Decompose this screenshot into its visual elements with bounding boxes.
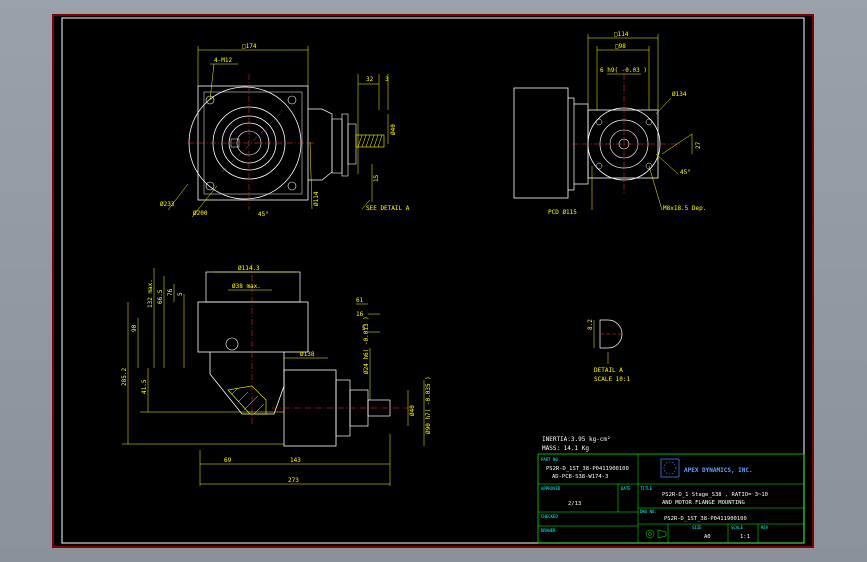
- dim-132-max: 132 max.: [147, 279, 154, 308]
- see-detail-a: SEE DETAIL A: [366, 205, 410, 212]
- projection-symbol: [645, 529, 667, 539]
- section-dimension-lines: [122, 268, 425, 486]
- drawing-canvas: □174 4-M12 Ø233 Ø200 45° Ø114 32 3 Ø40 1…: [52, 14, 814, 548]
- dim-d233: Ø233: [160, 201, 175, 208]
- section-view: Ø114.3 Ø38 max. 132 max. 66.5 76 5 90 28…: [121, 264, 432, 486]
- title-line-1: PS2R-D_1 Stage_S38 , RATIO= 3~10: [662, 492, 768, 498]
- size-value: A0: [704, 534, 711, 540]
- size-label: SIZE: [692, 525, 702, 530]
- title-block: PART NO. PS2R-D_1ST_38-P0411900100 AD-PC…: [537, 453, 805, 544]
- dim-square-98: □98: [615, 43, 626, 50]
- drawing-sheet: □174 4-M12 Ø233 Ø200 45° Ø114 32 3 Ø40 1…: [52, 14, 814, 548]
- dwg-no: PS2R-D_1ST_38-P0411900100: [664, 516, 747, 522]
- dim-d40: Ø40: [409, 405, 416, 416]
- drawing-border: [61, 17, 805, 544]
- dim-d114-3: Ø114.3: [238, 265, 260, 272]
- dim-285-2: 285.2: [121, 368, 128, 386]
- front-shaft-hatch: [355, 134, 385, 148]
- scale-value: 1:1: [740, 534, 750, 540]
- part-no: PS2R-D_1ST_38-P0411900100: [546, 466, 629, 472]
- dim-90: 90: [131, 324, 138, 332]
- front-view: □174 4-M12 Ø233 Ø200 45° Ø114 32 3 Ø40 1…: [160, 43, 410, 218]
- dim-d90-h7: Ø90 h7( -0.035 ): [425, 376, 432, 434]
- mass-note: MASS: 14.1 Kg: [542, 445, 589, 452]
- dwg-no-label: DWG NO.: [640, 509, 657, 514]
- front-dimension-lines: [167, 46, 389, 218]
- dim-d38-max: Ø38 max.: [232, 283, 261, 290]
- pcd-d115: PCD Ø115: [548, 209, 577, 216]
- holes-m8: M8x18.5 Dep.: [663, 205, 706, 212]
- dim-d138: Ø138: [300, 351, 315, 358]
- dim-69: 69: [224, 457, 232, 464]
- dim-66-5: 66.5: [157, 289, 164, 304]
- dim-square-174: □174: [242, 43, 257, 50]
- scale-label: SCALE: [731, 525, 744, 530]
- dim-143: 143: [290, 457, 301, 464]
- drawn-label: DRAWER: [541, 528, 556, 533]
- dim-3: 3: [385, 76, 389, 83]
- approved-label: APPROVED: [541, 486, 561, 491]
- dim-15: 15: [373, 174, 380, 182]
- detail-a-label: DETAIL A: [594, 367, 623, 374]
- dim-key-6h9: 6 h9( -0.03 ): [600, 67, 647, 74]
- section-gear-housing: [209, 352, 285, 415]
- dim-shaft-w: Ø40: [390, 124, 397, 135]
- dim-d24-h6: Ø24 h6( -0.013 ): [363, 316, 370, 374]
- dim-273: 273: [288, 477, 299, 484]
- company-logo: [660, 458, 680, 478]
- part-no-2: AD-PCB-S38-W174-3: [552, 474, 608, 480]
- dim-8-2: 8.2: [587, 319, 594, 330]
- dim-41-5: 41.5: [141, 379, 148, 394]
- title-line-2: AND MOTOR FLANGE MOUNTING: [662, 500, 745, 506]
- dim-side-45deg: 45°: [680, 169, 691, 176]
- dim-32: 32: [366, 76, 374, 83]
- side-view: □114 □98 6 h9( -0.03 ) Ø134 27 45° PCD Ø…: [513, 31, 706, 216]
- part-no-label: PART NO.: [541, 457, 560, 462]
- rev-label: REV: [761, 525, 769, 530]
- dim-d134: Ø134: [672, 91, 687, 98]
- title-label: TITLE: [640, 486, 653, 491]
- inertia-note: INERTIA:3.95 kg-cm²: [542, 436, 611, 443]
- dim-76: 76: [167, 288, 174, 296]
- dim-4-m12: 4-M12: [214, 57, 232, 64]
- company-name: APEX DYNAMICS, INC.: [684, 467, 753, 474]
- dim-square-114: □114: [614, 31, 629, 38]
- dim-61: 61: [356, 297, 364, 304]
- cad-window: □174 4-M12 Ø233 Ø200 45° Ø114 32 3 Ø40 1…: [0, 0, 867, 562]
- checked-label: CHECKED: [541, 514, 558, 519]
- dim-d200: Ø200: [193, 210, 208, 217]
- section-top-flange: [197, 301, 309, 353]
- side-dimension-lines: [587, 34, 693, 211]
- dim-5: 5: [177, 292, 184, 296]
- section-hatch: [227, 385, 267, 415]
- detail-a-scale: SCALE 10:1: [594, 376, 631, 383]
- approved-value: 2/13: [568, 501, 581, 507]
- dim-27: 27: [695, 141, 702, 149]
- side-motor-body: [513, 87, 569, 199]
- detail-a-view: 8.2 DETAIL A SCALE 10:1: [587, 319, 631, 383]
- date-label: DATE: [621, 486, 631, 491]
- dim-45deg: 45°: [258, 211, 269, 218]
- dim-d114: Ø114: [313, 191, 320, 206]
